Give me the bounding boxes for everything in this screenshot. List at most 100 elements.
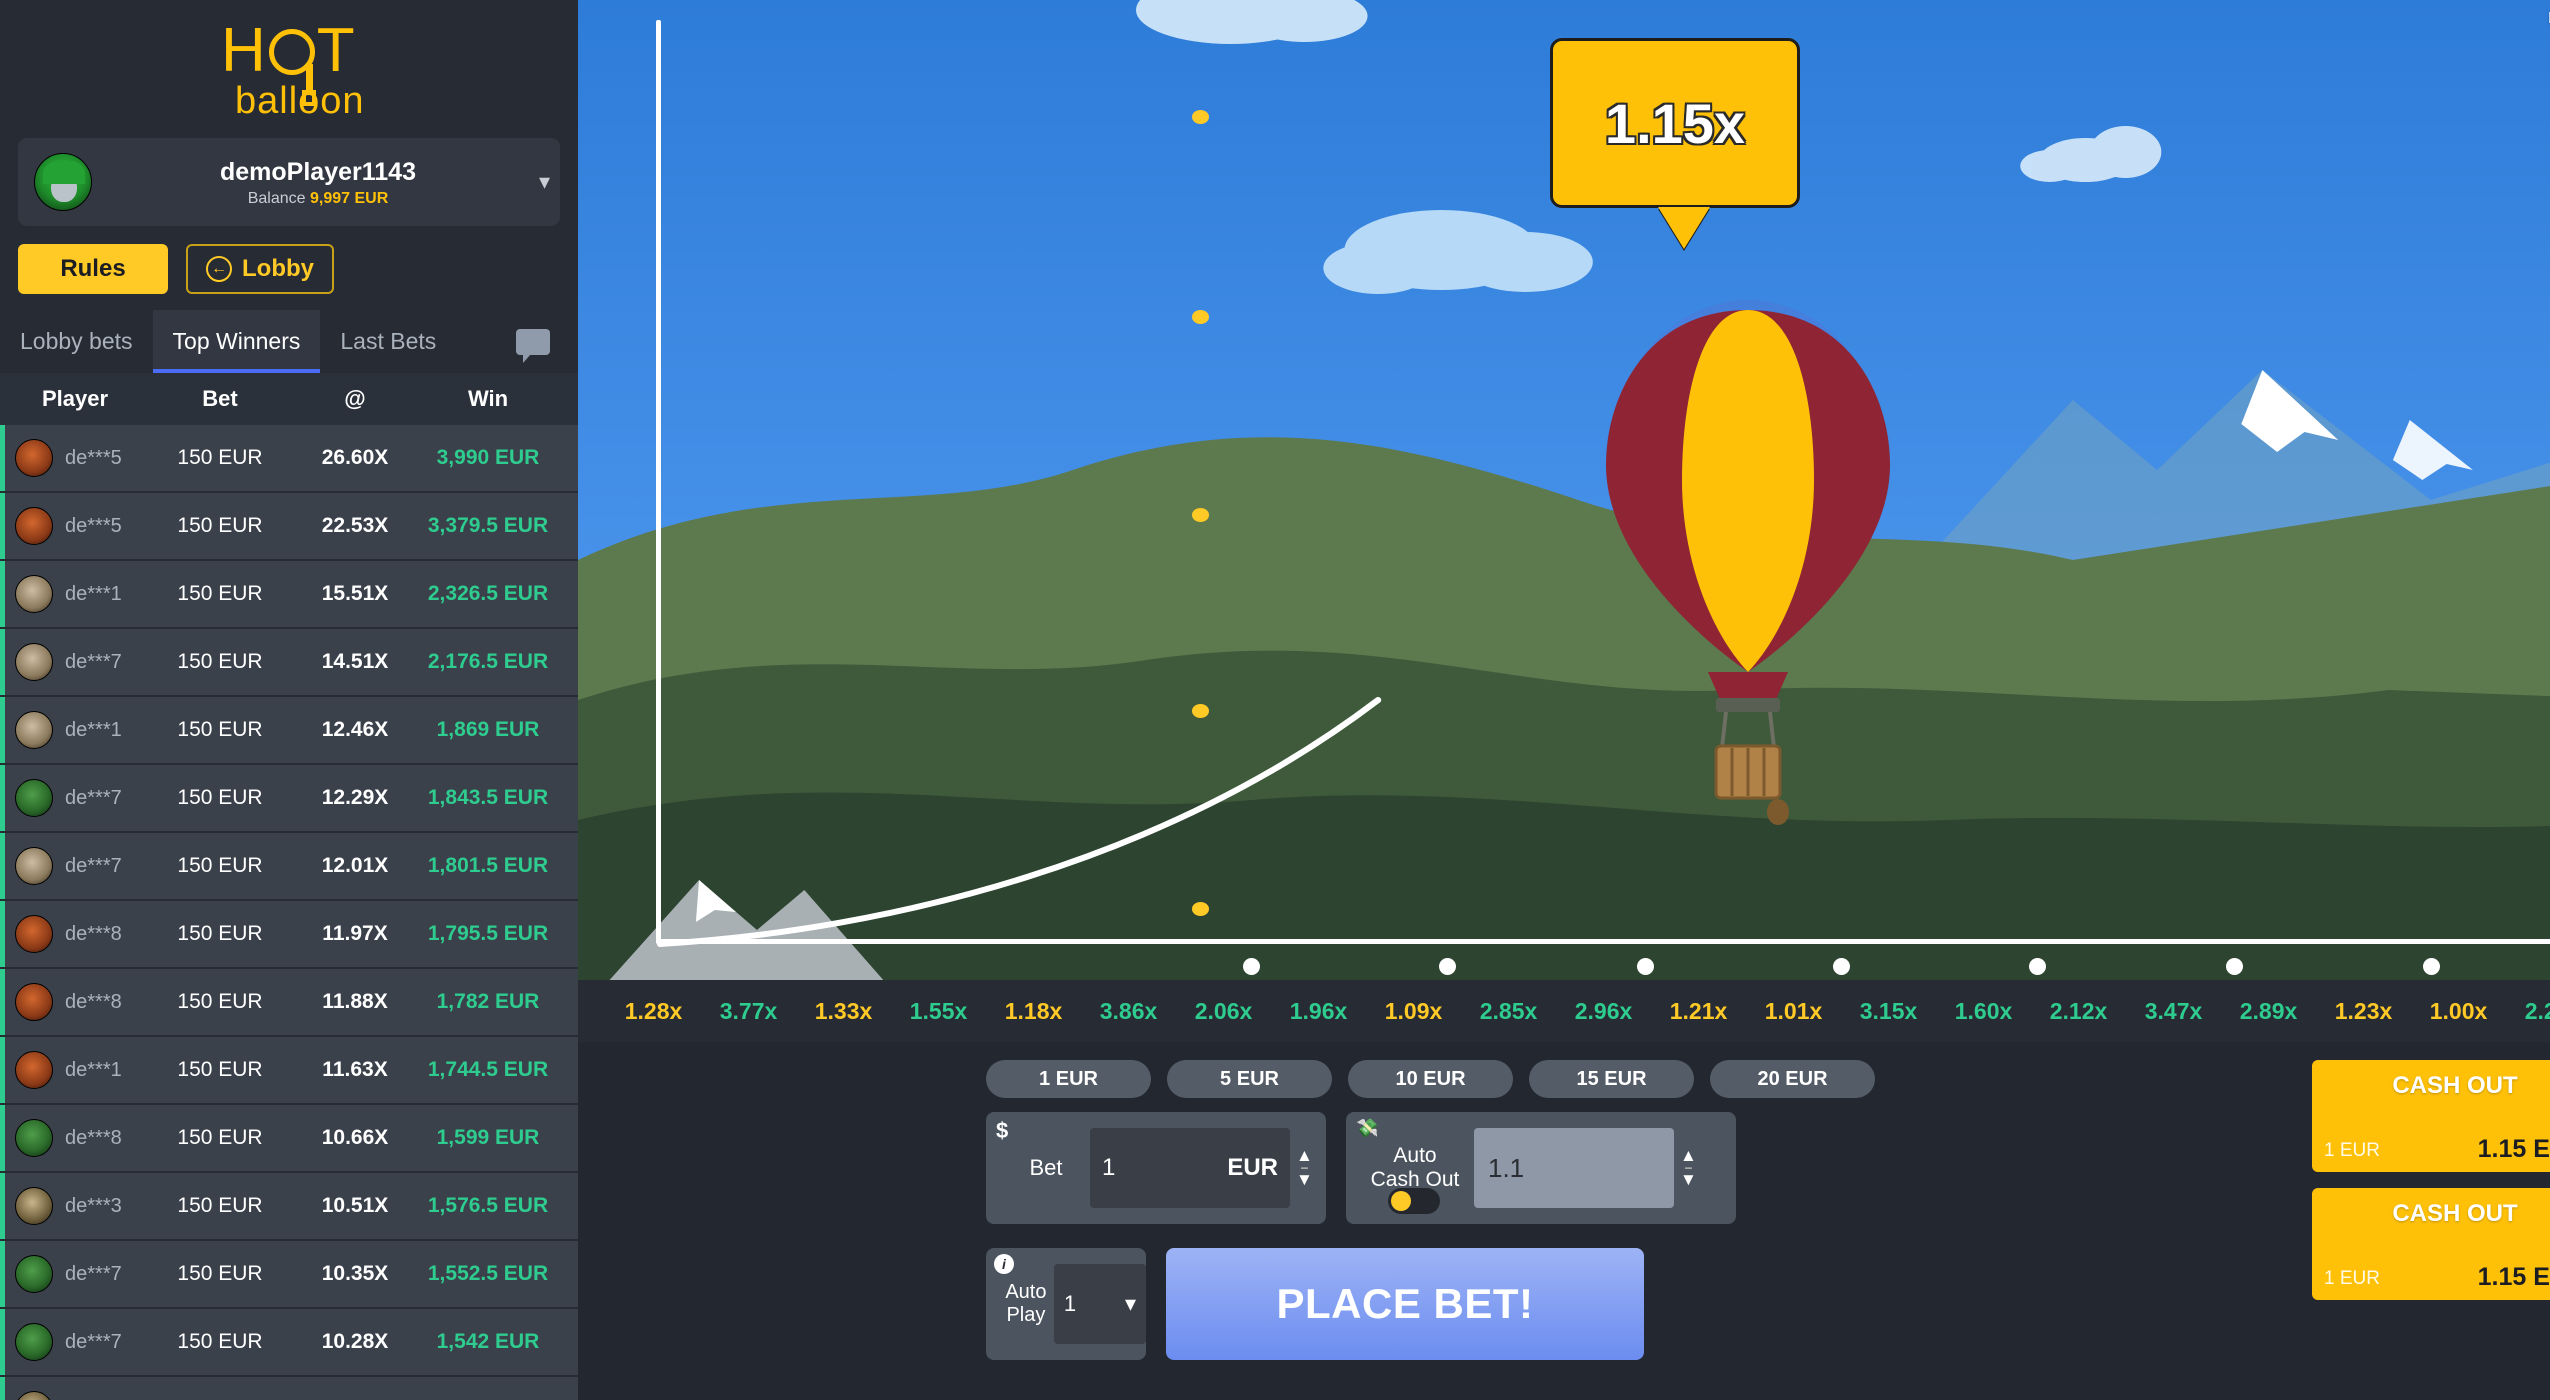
table-header: Player Bet @ Win <box>0 373 578 425</box>
cell-bet: 150 EUR <box>177 446 263 469</box>
cell-player: de***7 <box>5 847 150 885</box>
cell-win: 1,869 EUR <box>436 718 540 741</box>
cash-out-title: CASH OUT <box>2392 1072 2518 1099</box>
cell-multiplier: 11.63X <box>322 1058 388 1081</box>
avatar <box>15 643 53 681</box>
history-multiplier: 1.55x <box>909 997 968 1024</box>
tab-chat[interactable] <box>488 310 578 373</box>
cell-bet: 150 EUR <box>177 1262 263 1285</box>
table-row[interactable]: de***0150 EUR9.47X1,420.5 EUR <box>0 1377 578 1400</box>
cell-player: de***7 <box>5 643 150 681</box>
avatar <box>15 1187 53 1225</box>
history-multiplier: 1.00x <box>2429 997 2488 1024</box>
auto-cashout-input[interactable]: 1.1 <box>1474 1128 1674 1208</box>
cell-win: 1,542 EUR <box>436 1330 540 1353</box>
cell-multiplier: 10.66X <box>321 1126 389 1149</box>
cell-player: de***1 <box>5 575 150 613</box>
table-row[interactable]: de***8 150 EUR 11.97X 1,795.5 EUR <box>0 901 578 967</box>
cash-out-button[interactable]: CASH OUT 1 EUR 1.15 EUR <box>2312 1188 2550 1300</box>
auto-play-select[interactable]: 1 ▾ <box>1053 1264 1146 1344</box>
player-name: de***7 <box>65 854 122 877</box>
bet-stepper[interactable]: ▲ – ▼ <box>1296 1147 1313 1188</box>
quick-bet-chip[interactable]: 1 EUR <box>986 1060 1151 1098</box>
table-row[interactable]: de***7 150 EUR 14.51X 2,176.5 EUR <box>0 629 578 695</box>
cashout-row: CASH OUT1 EUR1.15 EUR⟳💸 <box>2312 1060 2550 1172</box>
player-name: de***8 <box>65 922 122 945</box>
player-balance: Balance 9,997 EUR <box>92 190 544 208</box>
player-name: de***1 <box>65 1058 122 1081</box>
history-multiplier: 2.12x <box>2049 997 2108 1024</box>
cell-multiplier: 15.51X <box>321 582 389 605</box>
rules-button[interactable]: Rules <box>18 244 168 294</box>
table-row[interactable]: de***1 150 EUR 11.63X 1,744.5 EUR <box>0 1037 578 1103</box>
table-row[interactable]: de***7 150 EUR 12.29X 1,843.5 EUR <box>0 765 578 831</box>
table-row[interactable]: de***1 150 EUR 12.46X 1,869 EUR <box>0 697 578 763</box>
y-axis <box>656 20 661 944</box>
cash-out-button[interactable]: CASH OUT 1 EUR 1.15 EUR <box>2312 1060 2550 1172</box>
avatar <box>15 1255 53 1293</box>
cell-bet: 150 EUR <box>177 514 263 537</box>
table-row[interactable]: de***7 150 EUR 10.35X 1,552.5 EUR <box>0 1241 578 1307</box>
cash-out-amount: 1.15 EUR <box>2477 1135 2550 1163</box>
bet-label: Bet <box>1029 1155 1063 1180</box>
header-player: Player <box>41 386 109 411</box>
table-row[interactable]: de***7 150 EUR 10.28X 1,542 EUR <box>0 1309 578 1375</box>
quick-bet-chip[interactable]: 5 EUR <box>1167 1060 1332 1098</box>
tab-last-bets[interactable]: Last Bets <box>320 310 456 373</box>
history-multiplier: 1.21x <box>1669 997 1728 1024</box>
player-card[interactable]: demoPlayer1143 Balance 9,997 EUR ▾ <box>18 138 560 226</box>
quick-bet-chip[interactable]: 20 EUR <box>1710 1060 1875 1098</box>
history-multiplier: 3.47x <box>2144 997 2203 1024</box>
info-icon[interactable]: i <box>994 1254 1014 1274</box>
place-bet-button[interactable]: PLACE BET! <box>1166 1248 1644 1360</box>
balance-label: Balance <box>247 189 306 207</box>
cell-multiplier: 10.51X <box>321 1194 389 1217</box>
avatar <box>15 575 53 613</box>
table-row[interactable]: de***7 150 EUR 12.01X 1,801.5 EUR <box>0 833 578 899</box>
history-multiplier: 2.06x <box>1194 997 1253 1024</box>
history-multiplier: 1.28x <box>624 997 683 1024</box>
hot-air-balloon <box>1598 300 1898 860</box>
cell-player: de***3 <box>5 1187 150 1225</box>
quick-bet-chip[interactable]: 15 EUR <box>1529 1060 1694 1098</box>
tab-top-winners[interactable]: Top Winners <box>152 310 321 373</box>
table-row[interactable]: de***1 150 EUR 15.51X 2,326.5 EUR <box>0 561 578 627</box>
game-canvas: PING: 42ms <box>578 0 2550 980</box>
cell-multiplier: 10.35X <box>321 1262 389 1285</box>
x-axis-tick-dot <box>1833 958 1850 975</box>
app-root: HT balloon demoPlayer1143 Balance 9,997 … <box>0 0 2550 1400</box>
history-multiplier: 1.18x <box>1004 997 1063 1024</box>
header-win: Win <box>467 386 509 411</box>
cell-player: de***1 <box>5 711 150 749</box>
table-row[interactable]: de***8 150 EUR 10.66X 1,599 EUR <box>0 1105 578 1171</box>
auto-play-label-line2: Play <box>1006 1304 1046 1326</box>
winners-table-body: de***5 150 EUR 26.60X 3,990 EUR de***5 150 EU… <box>0 425 578 1400</box>
table-row[interactable]: de***5 150 EUR 26.60X 3,990 EUR <box>0 425 578 491</box>
game-area: PING: 42ms <box>578 0 2550 1400</box>
lobby-button[interactable]: ← Lobby <box>186 244 334 294</box>
cell-bet: 150 EUR <box>177 922 263 945</box>
table-row[interactable]: de***3 150 EUR 10.51X 1,576.5 EUR <box>0 1173 578 1239</box>
avatar <box>15 439 53 477</box>
auto-play-value: 1 <box>1063 1291 1077 1316</box>
auto-cashout-label-line1: Auto <box>1393 1143 1437 1167</box>
auto-cashout-label: Auto Cash Out <box>1360 1144 1470 1192</box>
chat-icon <box>516 328 550 363</box>
quick-bet-chips: 1 EUR 5 EUR 10 EUR 15 EUR 20 EUR <box>596 1060 2296 1098</box>
sidebar-tabs: Lobby bets Top Winners Last Bets <box>0 310 578 373</box>
history-multiplier: 2.29x <box>2524 997 2550 1024</box>
tab-lobby-bets[interactable]: Lobby bets <box>0 310 153 373</box>
x-axis <box>656 939 2550 944</box>
chevron-down-icon[interactable]: ▾ <box>539 171 550 193</box>
cell-win: 1,782 EUR <box>436 990 540 1013</box>
sidebar: HT balloon demoPlayer1143 Balance 9,997 … <box>0 0 578 1400</box>
cell-win: 1,843.5 EUR <box>427 786 549 809</box>
bet-input[interactable]: 1 EUR <box>1090 1128 1290 1208</box>
auto-cashout-stepper[interactable]: ▲ – ▼ <box>1680 1147 1697 1188</box>
auto-cashout-toggle[interactable] <box>1388 1188 1440 1214</box>
quick-bet-chip[interactable]: 10 EUR <box>1348 1060 1513 1098</box>
current-multiplier: 1.15x <box>1604 91 1746 155</box>
table-row[interactable]: de***5 150 EUR 22.53X 3,379.5 EUR <box>0 493 578 559</box>
y-axis-tick-dot <box>1192 704 1209 718</box>
table-row[interactable]: de***8 150 EUR 11.88X 1,782 EUR <box>0 969 578 1035</box>
